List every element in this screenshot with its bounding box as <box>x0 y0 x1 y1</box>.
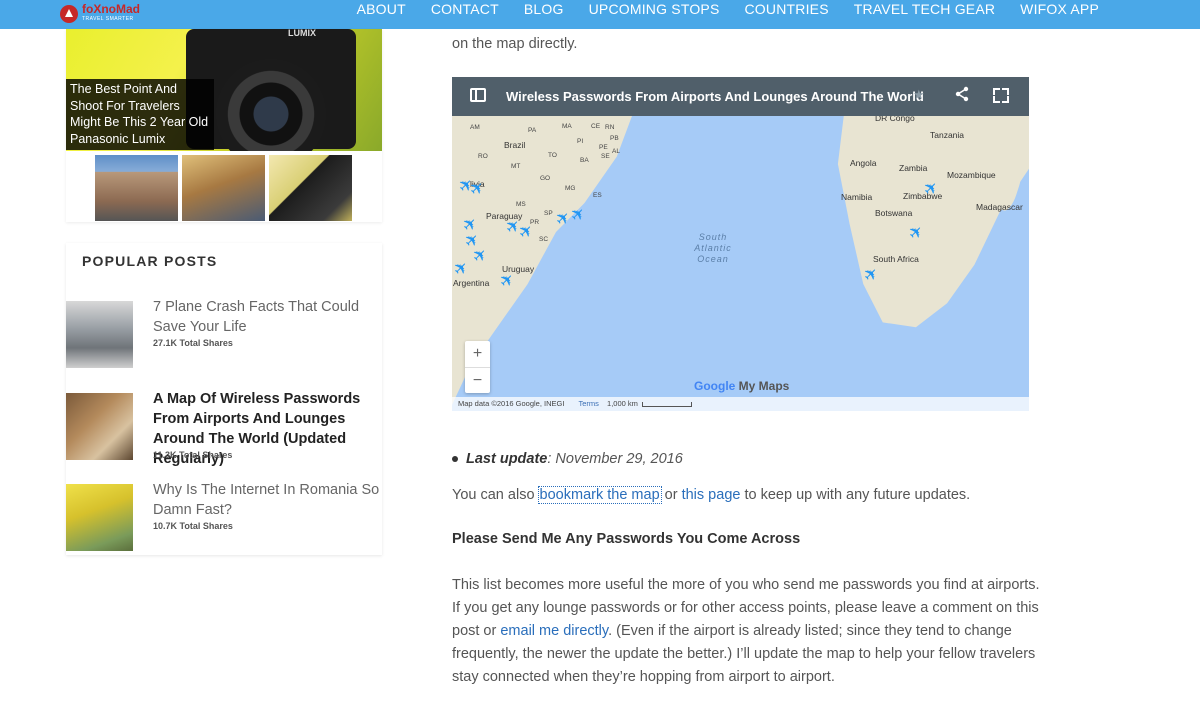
bookmark-map-link[interactable]: bookmark the map <box>537 486 662 504</box>
google-my-maps-logo: Google My Maps <box>694 379 789 393</box>
map-attribution: Map data ©2016 Google, INEGI <box>458 399 565 408</box>
embedded-map[interactable]: Brazil Paraguay Argentina Uruguay livia … <box>452 77 1029 411</box>
submit-passwords-paragraph: This list becomes more useful the more o… <box>452 574 1042 689</box>
text-fragment: or <box>660 487 682 503</box>
main-menu: ABOUT CONTACT BLOG UPCOMING STOPS COUNTR… <box>357 0 1099 29</box>
map-label: PR <box>530 219 540 226</box>
last-update-line: Last update: November 29, 2016 <box>452 451 683 467</box>
featured-caption[interactable]: The Best Point And Shoot For Travelers M… <box>66 79 214 150</box>
slider-thumbnail[interactable] <box>182 155 265 221</box>
site-logo[interactable]: foXnoMad TRAVEL SMARTER <box>60 3 140 25</box>
sidebar-icon[interactable] <box>470 88 486 102</box>
last-update-label: Last update <box>466 451 548 467</box>
fullscreen-icon[interactable] <box>993 88 1009 103</box>
map-attribution-bar: Map data ©2016 Google, INEGI Terms 1,000… <box>452 397 1029 411</box>
google-logo-text: Google <box>694 379 736 393</box>
nav-blog[interactable]: BLOG <box>524 0 564 29</box>
post-thumbnail[interactable] <box>66 301 133 368</box>
nav-upcoming-stops[interactable]: UPCOMING STOPS <box>589 0 720 29</box>
africa-landmass <box>837 116 1029 328</box>
map-header: Wireless Passwords From Airports And Lou… <box>452 77 1029 116</box>
post-shares: 10.7K Total Shares <box>153 521 233 531</box>
nav-about[interactable]: ABOUT <box>357 0 406 29</box>
zoom-out-button[interactable]: − <box>465 368 490 394</box>
text-fragment: You can also <box>452 487 539 503</box>
map-scale-bar <box>641 401 692 407</box>
map-label: AM <box>470 124 480 131</box>
map-label: Botswana <box>875 208 913 218</box>
text-fragment: to keep up with any future updates. <box>740 487 971 503</box>
logo-subtitle: TRAVEL SMARTER <box>82 16 134 22</box>
my-maps-text: My Maps <box>735 379 790 393</box>
post-thumbnail[interactable] <box>66 393 133 460</box>
map-label: Madagascar <box>976 202 1023 212</box>
share-icon[interactable] <box>954 86 970 107</box>
map-label: Zambia <box>899 163 928 173</box>
nav-contact[interactable]: CONTACT <box>431 0 499 29</box>
nav-travel-tech-gear[interactable]: TRAVEL TECH GEAR <box>854 0 995 29</box>
star-icon[interactable]: ★ <box>913 87 925 103</box>
map-terms-link[interactable]: Terms <box>579 399 599 408</box>
nav-wifox-app[interactable]: WIFOX APP <box>1020 0 1099 29</box>
map-label: GO <box>540 175 551 182</box>
logo-icon <box>60 5 78 23</box>
map-label: RO <box>478 153 488 160</box>
post-shares: 11.3K Total Shares <box>153 450 233 460</box>
post-title[interactable]: Why Is The Internet In Romania So Damn F… <box>153 480 383 520</box>
featured-slider: LUMIX The Best Point And Shoot For Trave… <box>66 29 382 222</box>
map-title: Wireless Passwords From Airports And Lou… <box>506 89 924 104</box>
map-label: MG <box>565 185 576 192</box>
map-label: ES <box>593 192 602 199</box>
slider-thumbnail[interactable] <box>269 155 352 221</box>
map-label: MA <box>562 123 572 130</box>
map-label: TO <box>548 152 557 159</box>
section-heading: Please Send Me Any Passwords You Come Ac… <box>452 531 801 547</box>
ocean-label: South Atlantic Ocean <box>694 232 732 264</box>
map-label: Tanzania <box>930 130 965 140</box>
map-label: MS <box>516 201 526 208</box>
map-label: Brazil <box>504 140 526 150</box>
bullet-icon <box>452 456 458 463</box>
map-zoom-control: + − <box>465 341 490 393</box>
map-label: Namibia <box>841 192 873 202</box>
slider-thumbnails <box>95 155 352 221</box>
map-scale-label: 1,000 km <box>607 399 638 408</box>
map-label: PE <box>599 144 608 151</box>
post-title[interactable]: 7 Plane Crash Facts That Could Save Your… <box>153 297 383 337</box>
post-thumbnail[interactable] <box>66 484 133 551</box>
map-label: CE <box>591 123 601 130</box>
email-me-link[interactable]: email me directly <box>500 623 608 639</box>
popular-posts-heading: POPULAR POSTS <box>82 253 218 269</box>
map-label: South Africa <box>873 254 919 264</box>
map-label: MT <box>511 163 521 170</box>
post-shares: 27.1K Total Shares <box>153 338 233 348</box>
intro-text-tail: on the map directly. <box>452 36 578 52</box>
nav-countries[interactable]: COUNTRIES <box>745 0 829 29</box>
map-label: RN <box>605 124 615 131</box>
top-nav-bar: foXnoMad TRAVEL SMARTER ABOUT CONTACT BLO… <box>0 0 1200 29</box>
map-label: SE <box>601 153 610 160</box>
map-label: Mozambique <box>947 170 996 180</box>
map-label: PA <box>528 127 537 134</box>
map-label: AL <box>612 148 620 155</box>
slider-thumbnail[interactable] <box>95 155 178 221</box>
zoom-in-button[interactable]: + <box>465 341 490 367</box>
featured-image[interactable]: LUMIX The Best Point And Shoot For Trave… <box>66 29 382 151</box>
map-label: PI <box>577 138 584 145</box>
map-label: BA <box>580 157 589 164</box>
bookmark-paragraph: You can also bookmark the map or this pa… <box>452 486 971 504</box>
camera-brand-text: LUMIX <box>288 29 316 38</box>
map-label: PB <box>610 135 619 142</box>
this-page-link[interactable]: this page <box>682 487 741 503</box>
map-label: Argentina <box>453 278 490 288</box>
last-update-value: : November 29, 2016 <box>547 451 683 467</box>
map-label: SC <box>539 236 549 243</box>
map-label: Angola <box>850 158 877 168</box>
popular-posts-widget: POPULAR POSTS 7 Plane Crash Facts That C… <box>66 243 382 555</box>
